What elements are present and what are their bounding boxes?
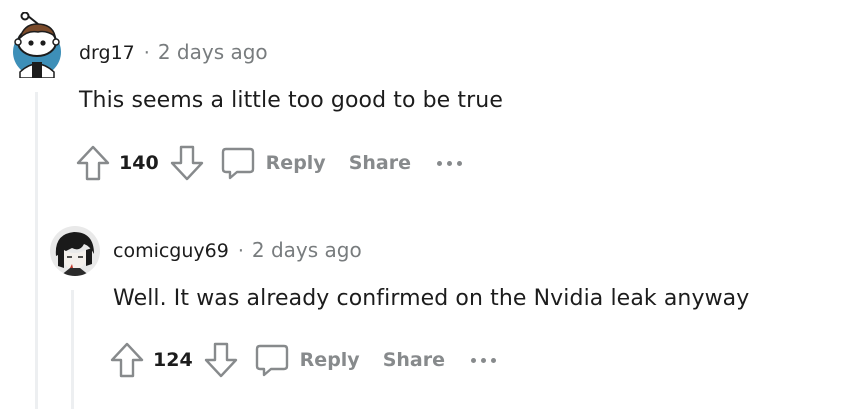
vote-score: 124 [153,349,193,371]
downvote-arrow-icon [170,145,203,181]
upvote-arrow-icon [76,145,110,181]
comment-body: This seems a little too good to be true [79,88,503,113]
share-button[interactable]: Share [383,349,445,371]
username[interactable]: drg17 [79,42,135,64]
upvote-button[interactable] [76,145,110,181]
vote-score: 140 [119,152,159,174]
thread-line[interactable] [71,290,74,409]
snoo-avatar-icon[interactable] [12,11,62,79]
comment-meta: drg17 · 2 days ago [79,40,268,64]
share-button[interactable]: Share [349,152,411,174]
comment-bubble-icon [255,344,288,377]
upvote-button[interactable] [110,342,144,378]
reply-label: Reply [299,349,360,371]
reply-label: Reply [265,152,326,174]
more-options-icon[interactable] [470,342,496,378]
meta-separator: · [143,42,150,64]
anime-avatar-icon[interactable] [50,226,100,276]
reply-button[interactable]: Reply [204,145,326,181]
timestamp[interactable]: 2 days ago [252,238,362,262]
comment-bubble-icon [221,147,254,180]
downvote-arrow-icon [204,342,237,378]
comment-meta: comicguy69 · 2 days ago [113,238,362,262]
username[interactable]: comicguy69 [113,240,229,262]
reply-button[interactable]: Reply [238,342,360,378]
more-options-icon[interactable] [436,145,462,181]
comment-actions: 124 Reply Share [110,340,496,380]
comment-actions: 140 Reply Share [76,143,462,183]
meta-separator: · [237,240,244,262]
thread-line[interactable] [35,92,38,409]
downvote-button[interactable] [204,342,238,378]
upvote-arrow-icon [110,342,144,378]
comment-body: Well. It was already confirmed on the Nv… [113,286,750,311]
downvote-button[interactable] [170,145,204,181]
timestamp[interactable]: 2 days ago [158,40,268,64]
